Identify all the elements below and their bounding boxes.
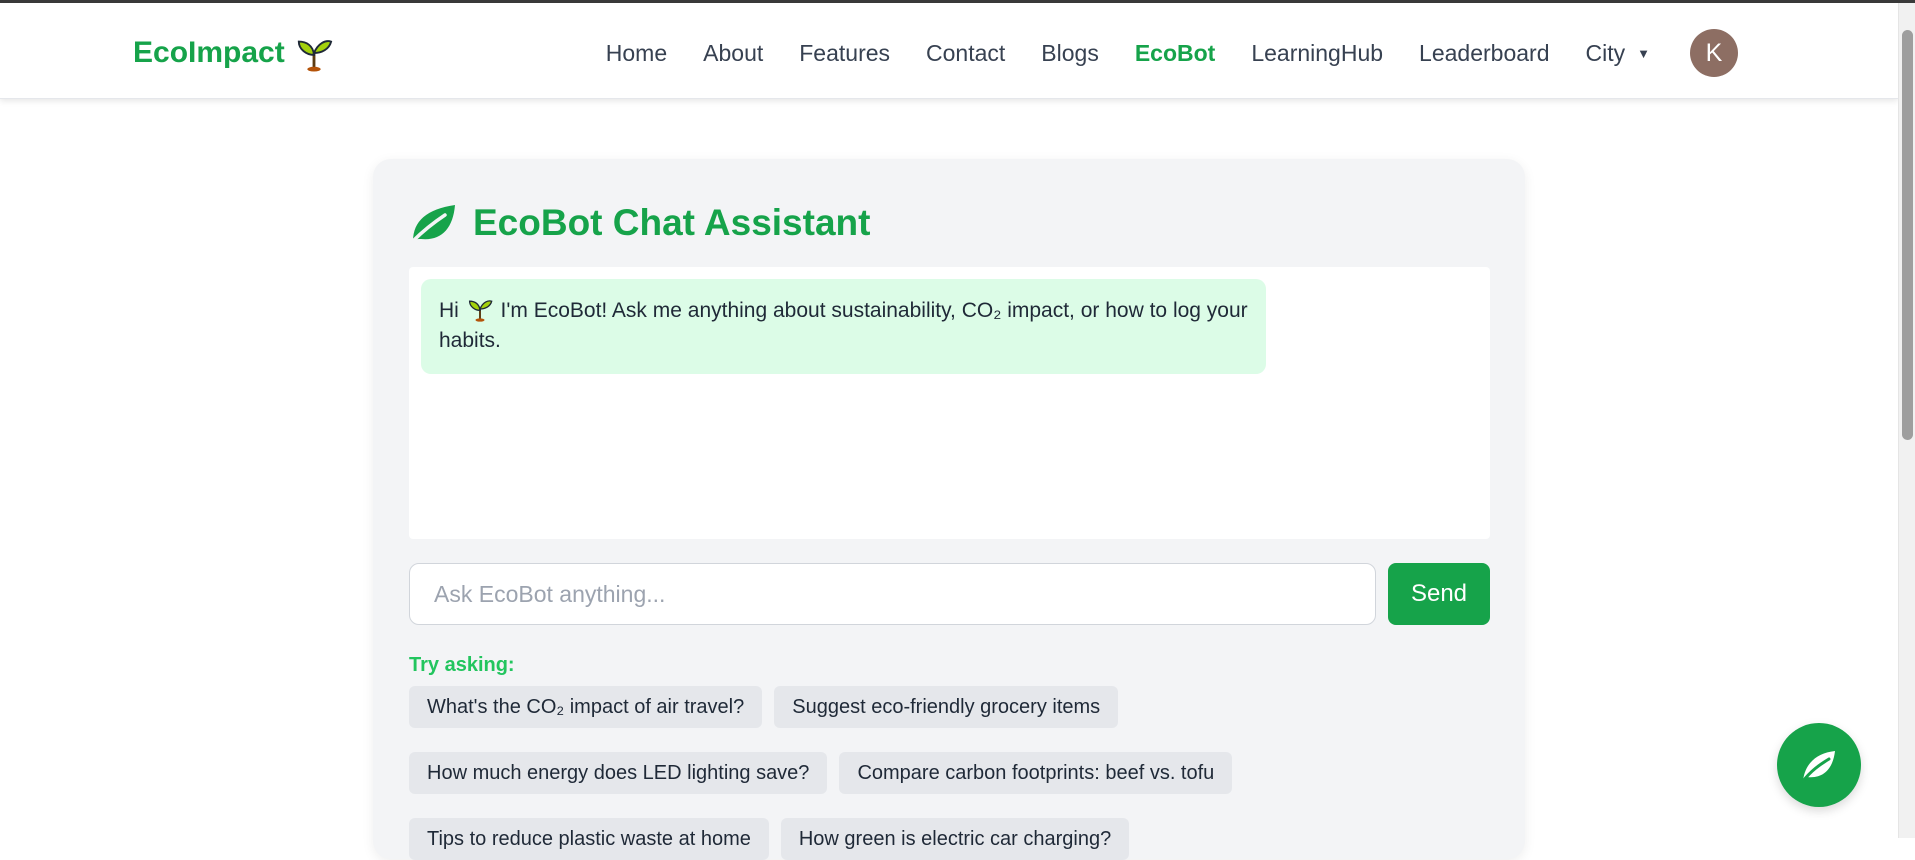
sprout-icon [468,300,493,322]
city-dropdown[interactable]: City ▼ [1586,40,1651,67]
nav-contact[interactable]: Contact [926,40,1005,67]
bot-message-text: I'm EcoBot! Ask me anything about sustai… [439,299,1248,352]
leaf-icon [1801,751,1835,783]
user-avatar[interactable]: K [1690,29,1738,77]
try-asking-label: Try asking: [409,654,515,676]
nav-home[interactable]: Home [606,40,667,67]
nav-about[interactable]: About [703,40,763,67]
caret-down-icon: ▼ [1637,45,1650,61]
brand-name: EcoImpact [133,36,285,69]
bot-message-greeting: Hi [439,299,459,322]
suggestion-chip[interactable]: Compare carbon footprints: beef vs. tofu [839,752,1233,794]
nav-leaderboard[interactable]: Leaderboard [1419,40,1549,67]
chat-messages[interactable]: Hi I'm EcoBot! Ask me anything about sus… [409,267,1490,539]
suggestion-chips: What's the CO₂ impact of air travel? Sug… [409,686,1490,860]
page-scrollbar[interactable] [1898,3,1915,838]
ecobot-fab-button[interactable] [1777,723,1861,807]
chat-input-row: Send [409,563,1490,625]
nav-ecobot[interactable]: EcoBot [1135,40,1216,67]
scrollbar-thumb[interactable] [1902,30,1913,440]
city-label: City [1585,39,1626,66]
suggestion-chip[interactable]: How much energy does LED lighting save? [409,752,828,794]
leaf-icon [411,205,455,243]
sprout-icon [297,40,332,72]
suggestion-chip[interactable]: Suggest eco-friendly grocery items [774,686,1119,728]
nav-features[interactable]: Features [799,40,890,67]
nav-links: Home About Features Contact Blogs EcoBot… [570,29,1738,77]
chat-card: EcoBot Chat Assistant Hi I'm EcoBot! Ask… [373,159,1525,860]
suggestion-chip[interactable]: Tips to reduce plastic waste at home [409,818,769,860]
chat-header: EcoBot Chat Assistant [409,199,870,247]
suggestion-chip[interactable]: What's the CO₂ impact of air travel? [409,686,763,728]
send-button[interactable]: Send [1388,563,1490,625]
chat-title: EcoBot Chat Assistant [473,202,871,243]
nav-learninghub[interactable]: LearningHub [1251,40,1383,67]
chat-input[interactable] [409,563,1376,625]
suggestion-chip[interactable]: How green is electric car charging? [780,818,1130,860]
brand-logo[interactable]: EcoImpact [133,33,333,73]
top-navbar: EcoImpact Home About Features Contact Bl… [0,3,1898,99]
bot-message: Hi I'm EcoBot! Ask me anything about sus… [421,279,1266,374]
nav-blogs[interactable]: Blogs [1041,40,1099,67]
